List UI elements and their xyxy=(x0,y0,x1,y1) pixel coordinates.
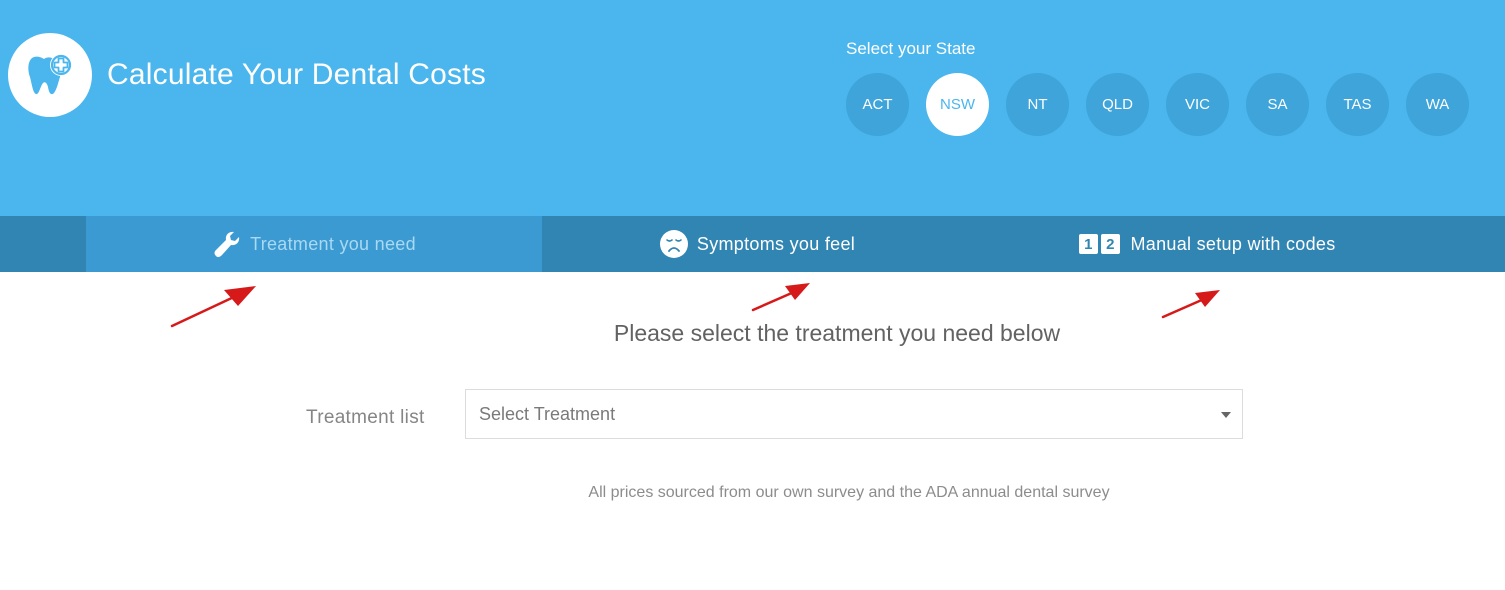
treatment-list-label: Treatment list xyxy=(306,407,425,428)
state-button-qld[interactable]: QLD xyxy=(1086,73,1149,136)
annotation-arrow-3 xyxy=(1161,290,1220,319)
instruction-heading: Please select the treatment you need bel… xyxy=(613,320,1061,346)
tab-manual-codes-label: Manual setup with codes xyxy=(1130,233,1336,254)
app-title: Calculate Your Dental Costs xyxy=(107,58,486,91)
tab-symptoms[interactable]: Symptoms you feel xyxy=(542,216,972,272)
price-source-note: All prices sourced from our own survey a… xyxy=(588,484,1110,501)
state-button-wa[interactable]: WA xyxy=(1406,73,1469,136)
state-button-nt[interactable]: NT xyxy=(1006,73,1069,136)
chevron-down-icon xyxy=(1221,412,1231,418)
sad-face-icon xyxy=(659,230,688,258)
tab-bar: Treatment you need Symptoms you feel 1 2… xyxy=(0,216,1505,272)
header: Calculate Your Dental Costs Select your … xyxy=(0,0,1505,216)
tab-symptoms-label: Symptoms you feel xyxy=(696,233,856,254)
annotation-arrow-2 xyxy=(751,283,810,312)
tab-manual-codes[interactable]: 1 2 Manual setup with codes xyxy=(972,216,1442,272)
numbers-1-2-icon: 1 2 xyxy=(1079,234,1121,254)
treatment-select-placeholder: Select Treatment xyxy=(479,403,616,424)
tab-treatment[interactable]: Treatment you need xyxy=(86,216,542,272)
state-button-tas[interactable]: TAS xyxy=(1326,73,1389,136)
state-selector: ACT NSW NT QLD VIC SA TAS WA xyxy=(846,73,1469,136)
state-selector-label: Select your State xyxy=(846,39,976,58)
svg-text:1: 1 xyxy=(1085,236,1094,253)
treatment-select[interactable]: Select Treatment xyxy=(465,389,1243,439)
state-button-nsw[interactable]: NSW xyxy=(926,73,989,136)
state-button-sa[interactable]: SA xyxy=(1246,73,1309,136)
svg-text:2: 2 xyxy=(1107,236,1116,253)
wrench-icon xyxy=(214,231,240,258)
state-button-vic[interactable]: VIC xyxy=(1166,73,1229,136)
tab-treatment-label: Treatment you need xyxy=(250,233,416,254)
state-button-act[interactable]: ACT xyxy=(846,73,909,136)
logo xyxy=(8,33,92,117)
tooth-plus-icon xyxy=(28,54,72,95)
